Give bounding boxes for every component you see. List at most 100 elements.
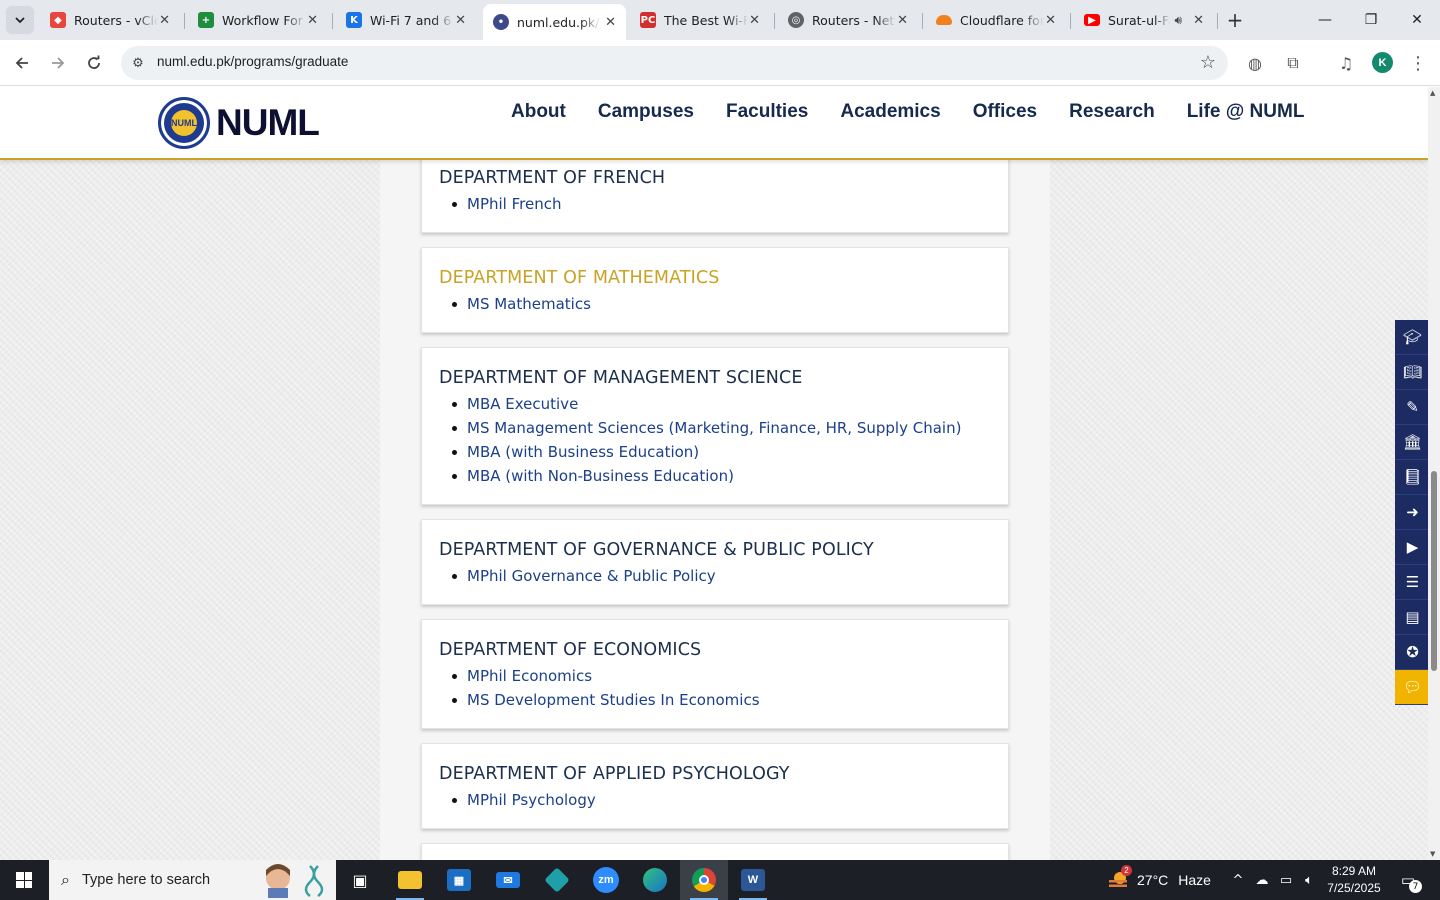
taskbar-store[interactable]: ▦ bbox=[435, 860, 483, 900]
address-bar[interactable]: ⚙︎ numl.edu.pk/programs/graduate ☆ bbox=[121, 46, 1228, 80]
volume-icon[interactable]: 🔈︎ bbox=[1299, 870, 1319, 890]
department-title[interactable]: DEPARTMENT OF MANAGEMENT SCIENCE bbox=[439, 368, 991, 388]
program-list: MS Mathematics bbox=[439, 292, 991, 316]
clock-time: 8:29 AM bbox=[1331, 864, 1377, 878]
minimize-button[interactable]: — bbox=[1302, 0, 1348, 40]
system-clock[interactable]: 8:29 AM 7/25/2025 bbox=[1322, 863, 1386, 897]
award-icon[interactable]: ✪ bbox=[1395, 635, 1428, 670]
zoom-icon: zm bbox=[593, 867, 619, 893]
program-link[interactable]: MPhil Economics bbox=[439, 664, 991, 688]
close-tab-icon[interactable]: ✕ bbox=[605, 15, 616, 30]
menu-kebab-icon[interactable]: ⋮ bbox=[1406, 51, 1430, 75]
back-button[interactable] bbox=[8, 49, 36, 77]
translate-icon[interactable]: ◍ bbox=[1243, 51, 1267, 75]
program-link[interactable]: MPhil Psychology bbox=[439, 788, 991, 812]
browser-tab[interactable]: K Wi-Fi 7 and 6 ... ✕ bbox=[336, 4, 476, 36]
nav-research[interactable]: Research bbox=[1069, 101, 1155, 123]
department-title[interactable]: DEPARTMENT OF MATHEMATICS bbox=[439, 268, 991, 288]
department-card: DEPARTMENT OF ECONOMICS MPhil Economics … bbox=[421, 619, 1009, 729]
close-tab-icon[interactable]: ✕ bbox=[159, 13, 170, 28]
forward-button[interactable] bbox=[44, 49, 72, 77]
taskbar-file-explorer[interactable] bbox=[386, 860, 434, 900]
scrollbar-thumb[interactable] bbox=[1431, 471, 1437, 671]
numl-favicon-icon: • bbox=[493, 14, 509, 30]
show-hidden-icons-chevron-icon[interactable]: ^ bbox=[1228, 870, 1248, 890]
nav-about[interactable]: About bbox=[511, 101, 566, 123]
sign-in-icon[interactable]: ➜ bbox=[1395, 495, 1428, 530]
task-view-button[interactable]: ▣ bbox=[336, 860, 384, 900]
start-button[interactable] bbox=[0, 860, 48, 900]
edit-icon[interactable]: ✎ bbox=[1395, 390, 1428, 425]
network-icon[interactable]: ▭ bbox=[1276, 870, 1296, 890]
taskbar-word[interactable]: W bbox=[729, 860, 777, 900]
close-window-button[interactable]: ✕ bbox=[1394, 0, 1440, 40]
program-link[interactable]: MS Development Studies In Economics bbox=[439, 688, 991, 712]
close-tab-icon[interactable]: ✕ bbox=[897, 13, 908, 28]
department-title[interactable]: DEPARTMENT OF FRENCH bbox=[439, 168, 991, 188]
taskbar-mail[interactable]: ✉ bbox=[484, 860, 532, 900]
browser-tab[interactable]: PC The Best Wi-Fi ... ✕ bbox=[630, 4, 770, 36]
nav-academics[interactable]: Academics bbox=[840, 101, 940, 123]
close-tab-icon[interactable]: ✕ bbox=[1193, 13, 1204, 28]
browser-tab[interactable]: ◎ Routers - Netw... ✕ bbox=[778, 4, 918, 36]
program-link[interactable]: MBA (with Non-Business Education) bbox=[439, 464, 991, 488]
browser-tab-active[interactable]: • numl.edu.pk/p... ✕ bbox=[483, 4, 626, 40]
graduation-cap-icon[interactable]: 🎓︎ bbox=[1395, 320, 1428, 355]
mail-icon: ✉ bbox=[496, 872, 520, 888]
department-title[interactable]: DEPARTMENT OF ECONOMICS bbox=[439, 640, 991, 660]
reload-button[interactable] bbox=[80, 49, 108, 77]
list-icon[interactable]: ☰ bbox=[1395, 565, 1428, 600]
table-icon[interactable]: ▤ bbox=[1395, 600, 1428, 635]
quick-links-sidebar: 🎓︎ 📖︎ ✎ 🏛︎ 📘︎ ➜ ▶ ☰ ▤ ✪ 💬︎ bbox=[1395, 320, 1428, 705]
browser-tab[interactable]: ▶ Surat-ul-Fa... 🔊︎ ✕ bbox=[1074, 4, 1214, 36]
program-link[interactable]: MPhil French bbox=[439, 192, 991, 216]
profile-avatar[interactable]: K bbox=[1372, 52, 1393, 73]
media-control-icon[interactable]: ♫ bbox=[1334, 51, 1358, 75]
nav-faculties[interactable]: Faculties bbox=[726, 101, 808, 123]
taskbar-chrome[interactable] bbox=[680, 860, 728, 900]
taskbar-zoom[interactable]: zm bbox=[582, 860, 630, 900]
department-card: DEPARTMENT OF MATHEMATICS MS Mathematics bbox=[421, 247, 1009, 333]
restore-button[interactable]: ❐ bbox=[1348, 0, 1394, 40]
department-title[interactable]: DEPARTMENT OF GOVERNANCE & PUBLIC POLICY bbox=[439, 540, 991, 560]
notification-center-icon[interactable]: ▭ 7 bbox=[1396, 869, 1422, 893]
taskbar-edge[interactable] bbox=[631, 860, 679, 900]
chat-icon[interactable]: 💬︎ bbox=[1395, 670, 1428, 705]
close-tab-icon[interactable]: ✕ bbox=[455, 13, 466, 28]
scroll-down-arrow-icon[interactable]: ▼ bbox=[1430, 850, 1435, 858]
numl-logo[interactable]: NUML NUML bbox=[158, 97, 320, 149]
browser-tab[interactable]: Cloudflare for ... ✕ bbox=[926, 4, 1066, 36]
url-text[interactable]: numl.edu.pk/programs/graduate bbox=[157, 54, 348, 69]
new-tab-button[interactable]: + bbox=[1223, 8, 1247, 32]
page-scrollbar[interactable]: ▲ ▼ bbox=[1428, 87, 1440, 860]
nav-life-at-numl[interactable]: Life @ NUML bbox=[1187, 101, 1305, 123]
scroll-up-arrow-icon[interactable]: ▲ bbox=[1430, 89, 1435, 97]
close-tab-icon[interactable]: ✕ bbox=[307, 13, 318, 28]
open-book-icon[interactable]: 📖︎ bbox=[1395, 355, 1428, 390]
close-tab-icon[interactable]: ✕ bbox=[749, 13, 760, 28]
nav-campuses[interactable]: Campuses bbox=[598, 101, 694, 123]
taskbar-search[interactable]: ⌕ Type here to search bbox=[49, 860, 336, 900]
browser-tab[interactable]: ◆ Routers - vCloud ✕ bbox=[40, 4, 180, 36]
program-link[interactable]: MPhil Governance & Public Policy bbox=[439, 564, 991, 588]
bookmark-star-icon[interactable]: ☆ bbox=[1200, 52, 1216, 73]
extensions-icon[interactable]: ⧉ bbox=[1281, 51, 1305, 75]
nav-offices[interactable]: Offices bbox=[973, 101, 1037, 123]
program-link[interactable]: MS Mathematics bbox=[439, 292, 991, 316]
institution-icon[interactable]: 🏛︎ bbox=[1395, 425, 1428, 460]
close-tab-icon[interactable]: ✕ bbox=[1045, 13, 1056, 28]
weather-widget[interactable]: 2 27°C Haze bbox=[1107, 860, 1211, 900]
onedrive-cloud-icon[interactable]: ☁ bbox=[1252, 870, 1272, 890]
book-icon[interactable]: 📘︎ bbox=[1395, 460, 1428, 495]
tab-search-button[interactable] bbox=[6, 6, 34, 34]
weather-haze-icon: 2 bbox=[1107, 865, 1132, 890]
taskbar-app-diamond[interactable] bbox=[533, 860, 581, 900]
speaker-icon[interactable]: 🔊︎ bbox=[1174, 13, 1182, 28]
site-info-icon[interactable]: ⚙︎ bbox=[129, 54, 147, 72]
program-link[interactable]: MS Management Sciences (Marketing, Finan… bbox=[439, 416, 991, 440]
browser-tab[interactable]: + Workflow For ... ✕ bbox=[188, 4, 328, 36]
play-circle-icon[interactable]: ▶ bbox=[1395, 530, 1428, 565]
program-link[interactable]: MBA (with Business Education) bbox=[439, 440, 991, 464]
department-title[interactable]: DEPARTMENT OF APPLIED PSYCHOLOGY bbox=[439, 764, 991, 784]
program-link[interactable]: MBA Executive bbox=[439, 392, 991, 416]
